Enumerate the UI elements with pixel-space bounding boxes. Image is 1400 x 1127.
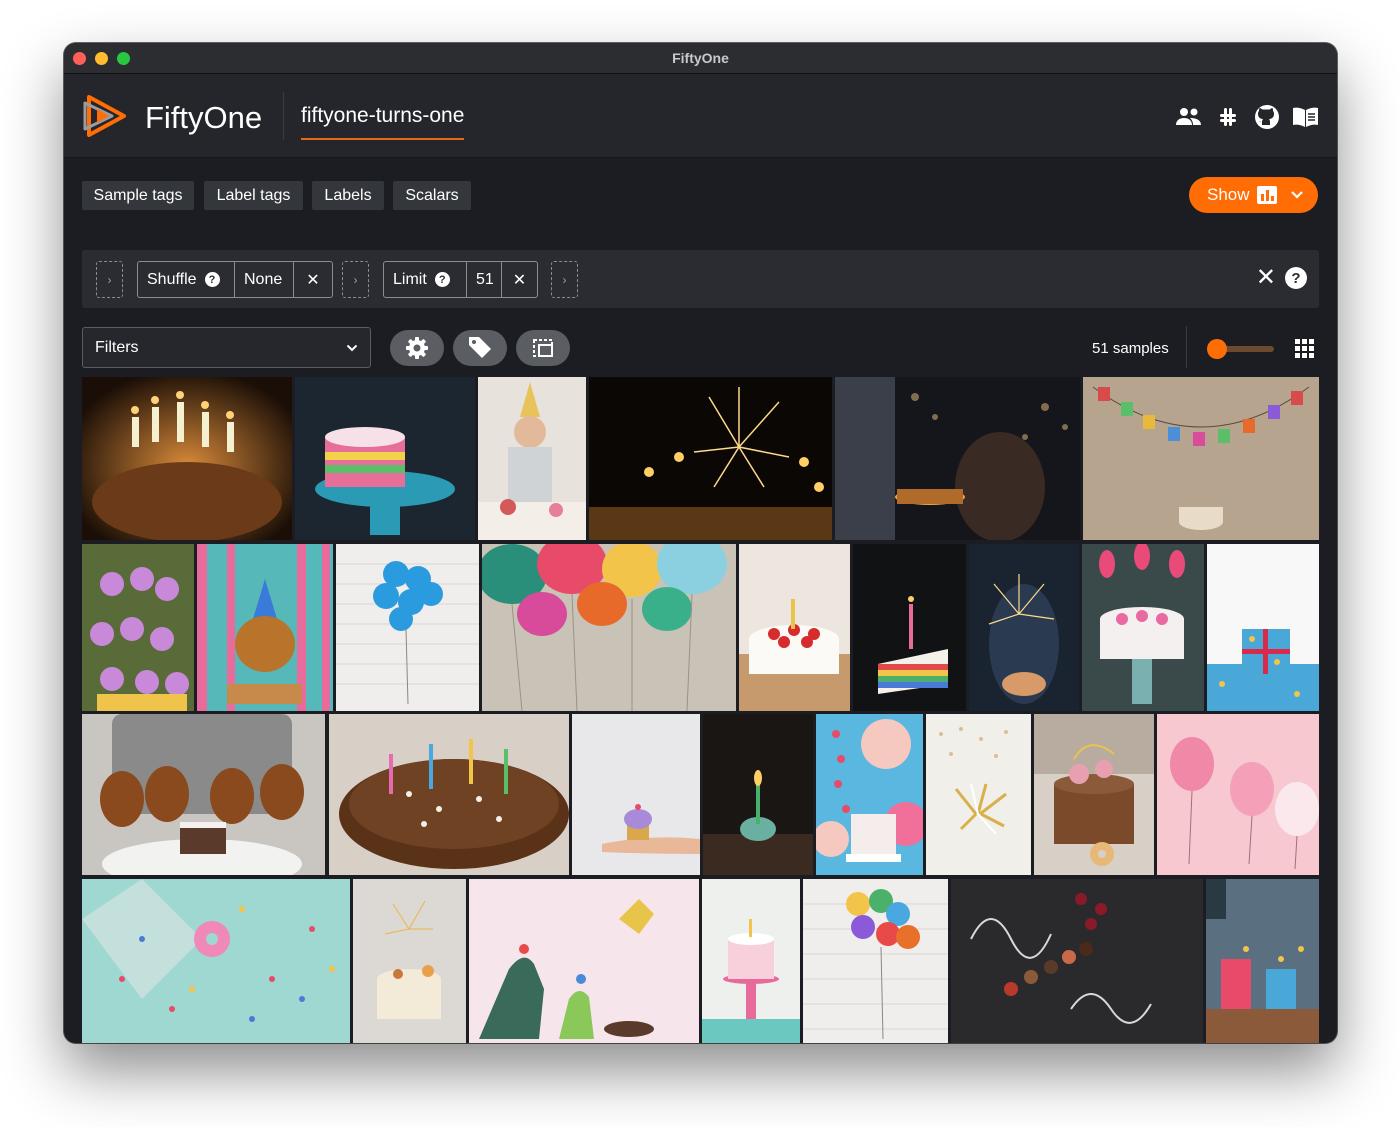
sample-tile-gift-box[interactable] bbox=[1207, 544, 1319, 711]
sample-tile-candles-cake[interactable] bbox=[82, 377, 292, 540]
app-window: FiftyOne FiftyOne fiftyone-turns-one Sam… bbox=[64, 43, 1337, 1043]
sample-tile-birthday-banner[interactable] bbox=[1083, 377, 1319, 540]
minimize-window-button[interactable] bbox=[95, 52, 108, 65]
tab-scalars[interactable]: Scalars bbox=[393, 181, 471, 210]
show-button[interactable]: Show bbox=[1189, 177, 1318, 213]
dataset-selector[interactable]: fiftyone-turns-one bbox=[301, 104, 465, 140]
sample-tile-rainbow-cake-slice[interactable] bbox=[853, 544, 966, 711]
sample-tile-colorful-balloons[interactable] bbox=[482, 544, 736, 711]
title-bar: FiftyOne bbox=[64, 43, 1337, 74]
sample-tile-sparkler-candles[interactable] bbox=[589, 377, 832, 540]
close-window-button[interactable] bbox=[73, 52, 86, 65]
header-divider bbox=[283, 92, 284, 140]
sample-tile-couple-cake-bokeh[interactable] bbox=[835, 377, 1080, 540]
chevron-down-icon bbox=[1290, 191, 1303, 199]
brand-name: FiftyOne bbox=[145, 100, 263, 135]
sample-grid bbox=[82, 377, 1319, 1043]
sample-tile-hand-cupcake[interactable] bbox=[572, 714, 700, 875]
stage-limit-name: Limit ? bbox=[384, 262, 467, 297]
sample-tile-sparkler-hands[interactable] bbox=[969, 544, 1079, 711]
add-stage-button[interactable]: › bbox=[342, 261, 369, 298]
help-icon[interactable]: ? bbox=[434, 272, 450, 287]
sample-tile-dinosaur-toys[interactable] bbox=[469, 879, 699, 1043]
count-divider bbox=[1186, 326, 1187, 368]
stage-shuffle-value[interactable]: None bbox=[235, 262, 294, 297]
sample-count: 51 samples bbox=[1092, 340, 1169, 357]
tag-icon bbox=[469, 337, 491, 358]
remove-stage-icon[interactable]: ✕ bbox=[502, 262, 537, 297]
sample-tile-party-gifts[interactable] bbox=[1206, 879, 1319, 1043]
tag-button[interactable] bbox=[453, 330, 507, 366]
chevron-down-icon bbox=[346, 344, 358, 351]
sample-tile-blue-balloons-brick[interactable] bbox=[336, 544, 479, 711]
sample-tile-rainbow-cake-stand[interactable] bbox=[295, 377, 475, 540]
filters-dropdown[interactable]: Filters bbox=[82, 327, 371, 368]
clear-view-icon[interactable]: ✕ bbox=[1256, 266, 1276, 290]
sample-tile-strawberry-cake[interactable] bbox=[739, 544, 850, 711]
stage-limit-value[interactable]: 51 bbox=[467, 262, 502, 297]
sample-tile-flower-cake-tulips[interactable] bbox=[1082, 544, 1204, 711]
window-title: FiftyOne bbox=[672, 50, 729, 66]
sample-tile-floral-cake[interactable] bbox=[1034, 714, 1154, 875]
sample-tile-dachshunds-cake[interactable] bbox=[82, 714, 325, 875]
sample-tile-gold-confetti[interactable] bbox=[926, 714, 1031, 875]
crop-patches-icon bbox=[533, 339, 553, 357]
stage-limit[interactable]: Limit ? 51 ✕ bbox=[383, 261, 538, 298]
github-icon[interactable] bbox=[1253, 104, 1280, 129]
show-button-label: Show bbox=[1207, 185, 1250, 204]
help-icon[interactable]: ? bbox=[204, 272, 220, 287]
team-icon[interactable] bbox=[1175, 104, 1202, 129]
sample-tile-pink-cake-stand[interactable] bbox=[702, 879, 800, 1043]
docs-book-icon[interactable] bbox=[1292, 104, 1319, 129]
sample-tile-chocolate-cake-candles[interactable] bbox=[329, 714, 569, 875]
bar-chart-icon bbox=[1256, 186, 1277, 204]
sample-tile-dog-party-hat[interactable] bbox=[197, 544, 333, 711]
sample-tile-donut-confetti[interactable] bbox=[82, 879, 350, 1043]
view-bar-actions: ✕ ? bbox=[1256, 266, 1307, 290]
sample-tile-cupcake-dark[interactable] bbox=[703, 714, 813, 875]
zoom-slider-handle[interactable] bbox=[1207, 339, 1227, 359]
stage-shuffle-name: Shuffle ? bbox=[138, 262, 235, 297]
sample-tile-party-hat-man[interactable] bbox=[478, 377, 586, 540]
sample-tile-pink-balloons[interactable] bbox=[1157, 714, 1319, 875]
tab-sample-tags[interactable]: Sample tags bbox=[82, 181, 194, 210]
grid-view-icon[interactable] bbox=[1295, 339, 1314, 358]
view-help-icon[interactable]: ? bbox=[1285, 267, 1307, 289]
zoom-window-button[interactable] bbox=[117, 52, 130, 65]
fiftyone-logo-icon[interactable] bbox=[82, 93, 128, 139]
add-stage-button[interactable]: › bbox=[551, 261, 578, 298]
add-stage-button[interactable]: › bbox=[96, 261, 123, 298]
tab-labels[interactable]: Labels bbox=[312, 181, 384, 210]
window-controls bbox=[73, 52, 130, 65]
sample-tile-balloons-brick[interactable] bbox=[803, 879, 948, 1043]
sample-tile-cupcake-tower[interactable] bbox=[82, 544, 194, 711]
tab-label-tags[interactable]: Label tags bbox=[204, 181, 303, 210]
sample-tile-sparkler-cake[interactable] bbox=[353, 879, 466, 1043]
stage-limit-label: Limit bbox=[393, 270, 427, 288]
app-header: FiftyOne fiftyone-turns-one bbox=[64, 74, 1337, 158]
slack-icon[interactable] bbox=[1214, 104, 1241, 129]
view-bar: › Shuffle ? None ✕ › Limit ? 51 ✕ › ✕ ? bbox=[82, 250, 1319, 308]
stage-shuffle-label: Shuffle bbox=[147, 270, 197, 288]
patches-button[interactable] bbox=[516, 330, 570, 366]
sample-tile-chalkboard-happy-birthday[interactable] bbox=[951, 879, 1203, 1043]
settings-button[interactable] bbox=[390, 330, 444, 366]
header-icons bbox=[1175, 104, 1319, 129]
sidebar-tabs-bar: Sample tags Label tags Labels Scalars Sh… bbox=[64, 158, 1337, 235]
sample-tile-pastel-pinwheel-cake[interactable] bbox=[816, 714, 923, 875]
gear-icon bbox=[406, 337, 428, 359]
stage-shuffle[interactable]: Shuffle ? None ✕ bbox=[137, 261, 333, 298]
filters-label: Filters bbox=[95, 338, 139, 356]
remove-stage-icon[interactable]: ✕ bbox=[294, 262, 332, 297]
